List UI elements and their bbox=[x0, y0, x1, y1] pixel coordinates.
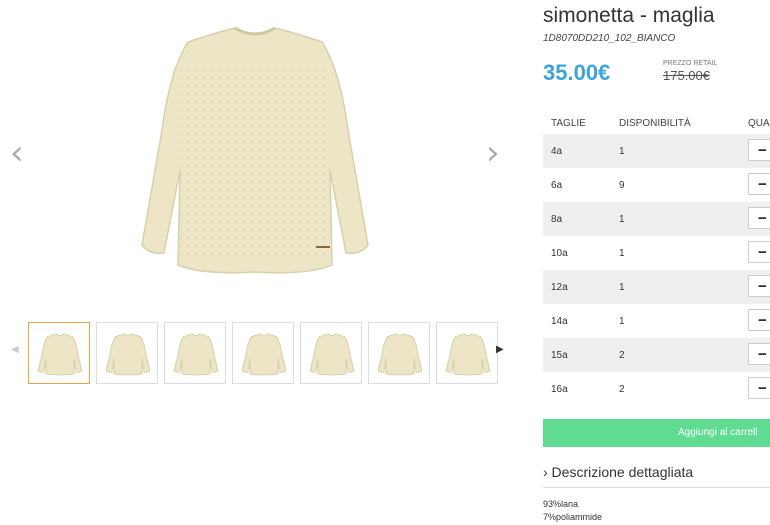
size-row: 16a 2 − bbox=[543, 372, 770, 406]
thumbnail-1[interactable] bbox=[28, 322, 90, 384]
decrease-quantity-button[interactable]: − bbox=[748, 343, 770, 365]
size-row: 8a 1 − bbox=[543, 202, 770, 236]
retail-price-label: PREZZO RETAIL bbox=[663, 60, 718, 67]
decrease-quantity-button[interactable]: − bbox=[748, 207, 770, 229]
minus-icon: − bbox=[758, 176, 767, 193]
minus-icon: − bbox=[758, 278, 767, 295]
availability-value: 2 bbox=[619, 384, 625, 395]
size-label: 12a bbox=[551, 282, 568, 293]
minus-icon: − bbox=[758, 312, 767, 329]
size-table: TAGLIE DISPONIBILITÀ QUA 4a 1−6a 9−8a 1−10a… bbox=[543, 116, 770, 406]
minus-icon: − bbox=[758, 346, 767, 363]
availability-value: 1 bbox=[619, 146, 625, 157]
size-row: 4a 1 − bbox=[543, 134, 770, 168]
availability-value: 9 bbox=[619, 180, 625, 191]
decrease-quantity-button[interactable]: − bbox=[748, 377, 770, 399]
minus-icon: − bbox=[758, 380, 767, 397]
size-row: 12a 1 − bbox=[543, 270, 770, 304]
size-label: 8a bbox=[551, 214, 563, 225]
size-label: 16a bbox=[551, 384, 568, 395]
composition-line-2: 7%poliammide bbox=[543, 512, 603, 522]
header-quantita: QUA bbox=[748, 118, 770, 129]
thumbnail-3[interactable] bbox=[164, 322, 226, 384]
add-to-cart-label: Aggiungi al carrell bbox=[678, 427, 758, 438]
header-disponibilita: DISPONIBILITÀ bbox=[619, 118, 691, 129]
main-product-image bbox=[120, 10, 390, 300]
retail-price: 175.00€ bbox=[663, 68, 710, 83]
header-taglie: TAGLIE bbox=[551, 118, 586, 129]
thumbnail-5[interactable] bbox=[300, 322, 362, 384]
gallery-prev-icon[interactable]: ‹ bbox=[10, 136, 24, 170]
size-label: 14a bbox=[551, 316, 568, 327]
size-row: 6a 9 − bbox=[543, 168, 770, 202]
availability-value: 1 bbox=[619, 316, 625, 327]
add-to-cart-button[interactable]: Aggiungi al carrell bbox=[543, 419, 770, 447]
thumbnail-2[interactable] bbox=[96, 322, 158, 384]
size-table-header: TAGLIE DISPONIBILITÀ QUA bbox=[543, 116, 770, 134]
decrease-quantity-button[interactable]: − bbox=[748, 241, 770, 263]
availability-value: 1 bbox=[619, 248, 625, 259]
availability-value: 1 bbox=[619, 282, 625, 293]
decrease-quantity-button[interactable]: − bbox=[748, 173, 770, 195]
product-title: simonetta - maglia bbox=[543, 4, 715, 27]
size-row: 15a 2 − bbox=[543, 338, 770, 372]
size-row: 14a 1 − bbox=[543, 304, 770, 338]
minus-icon: − bbox=[758, 244, 767, 261]
product-sku: 1D8070DD210_102_BIANCO bbox=[543, 33, 676, 44]
product-price: 35.00€ bbox=[543, 60, 611, 85]
availability-value: 1 bbox=[619, 214, 625, 225]
thumbnail-6[interactable] bbox=[368, 322, 430, 384]
size-label: 15a bbox=[551, 350, 568, 361]
decrease-quantity-button[interactable]: − bbox=[748, 309, 770, 331]
availability-value: 2 bbox=[619, 350, 625, 361]
size-label: 6a bbox=[551, 180, 563, 191]
decrease-quantity-button[interactable]: − bbox=[748, 139, 770, 161]
size-row: 10a 1 − bbox=[543, 236, 770, 270]
gallery-next-icon[interactable]: › bbox=[486, 136, 500, 170]
minus-icon: − bbox=[758, 210, 767, 227]
thumbnail-strip: ◀ ▶ bbox=[8, 320, 513, 390]
size-label: 4a bbox=[551, 146, 563, 157]
thumbnail-7[interactable] bbox=[436, 322, 498, 384]
minus-icon: − bbox=[758, 142, 767, 159]
thumb-next-icon[interactable]: ▶ bbox=[496, 344, 504, 355]
thumbnail-4[interactable] bbox=[232, 322, 294, 384]
size-label: 10a bbox=[551, 248, 568, 259]
decrease-quantity-button[interactable]: − bbox=[748, 275, 770, 297]
composition-line-1: 93%lana bbox=[543, 499, 579, 509]
description-toggle[interactable]: › Descrizione dettagliata bbox=[543, 464, 693, 480]
description-divider bbox=[543, 487, 770, 488]
thumb-prev-icon[interactable]: ◀ bbox=[11, 344, 19, 355]
